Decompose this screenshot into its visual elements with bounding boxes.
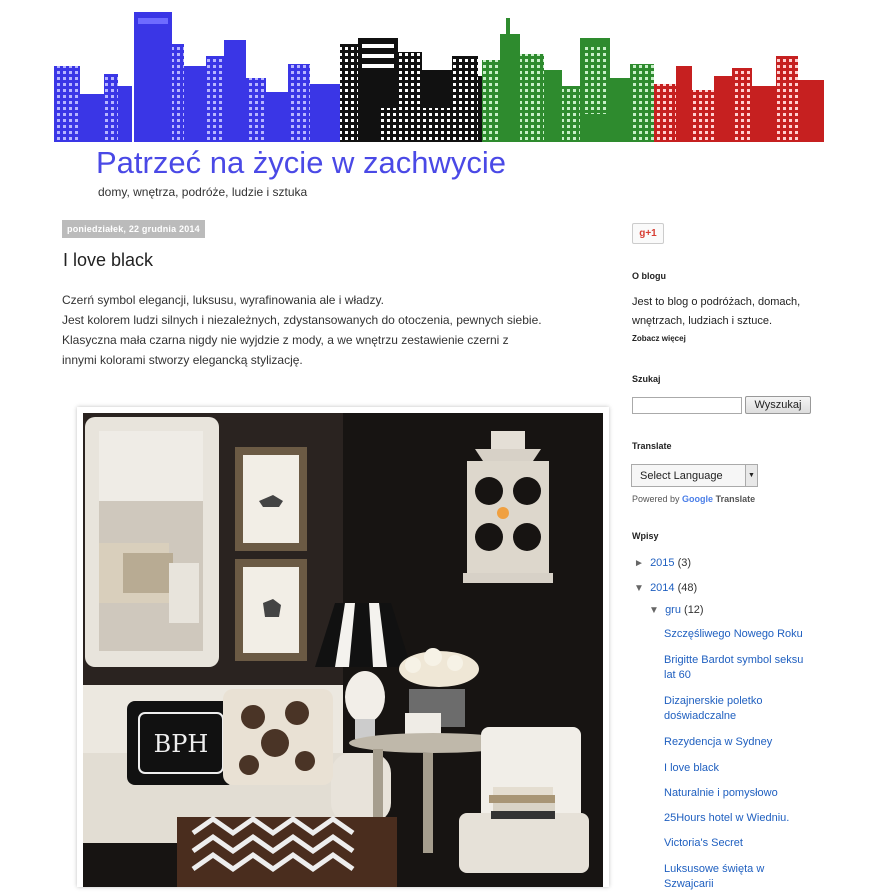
archive-year-2014[interactable]: ▼ 2014 (48) [634,582,697,594]
see-more-link[interactable]: Zobacz więcej [632,334,686,343]
collapse-arrow-icon[interactable]: ▼ [634,583,647,594]
post-title[interactable]: I love black [63,250,153,271]
archive-month-label[interactable]: gru [665,604,681,616]
header-skyline-image [50,4,826,142]
archive-month-count: (12) [684,604,704,616]
archive-post-link[interactable]: Brigitte Bardot symbol seksu lat 60 [664,653,814,683]
search-button[interactable]: Wyszukaj [745,396,811,414]
expand-arrow-icon[interactable]: ► [634,558,647,569]
collapse-arrow-icon[interactable]: ▼ [649,605,662,616]
google-logo-text: Google [682,494,714,504]
chevron-throw [177,815,397,887]
archive-post-link[interactable]: Victoria's Secret [664,836,814,851]
language-select[interactable]: Select Language ▼ [631,464,758,487]
search-input[interactable] [632,397,742,414]
about-text: Jest to blog o podróżach, domach, wnętrz… [632,296,801,327]
archive-month-gru[interactable]: ▼ gru (12) [649,604,704,616]
translate-word: Translate [715,494,756,504]
archive-post-link[interactable]: I love black [664,761,814,776]
archive-heading: Wpisy [632,531,659,541]
language-select-value: Select Language [640,470,723,482]
blog-description: domy, wnętrza, podróże, ludzie i sztuka [98,185,308,199]
post-paragraph: Klasyczna mała czarna nigdy nie wyjdzie … [62,333,509,347]
patterned-pillow [223,689,333,785]
blog-title[interactable]: Patrzeć na życie w zachwycie [96,145,506,181]
post-paragraph: innymi kolorami stworzy elegancką styliz… [62,353,303,367]
archive-year-label[interactable]: 2014 [650,582,674,594]
archive-post-link[interactable]: Luksusowe święta w Szwajcarii [664,862,814,892]
search-heading: Szukaj [632,374,661,384]
archive-year-label[interactable]: 2015 [650,557,674,569]
post-image-frame: BPH [77,407,609,887]
post-date-header: poniedziałek, 22 grudnia 2014 [62,220,205,238]
monogram-pillow: BPH [127,701,235,785]
powered-by-label: Powered by [632,494,680,504]
post-image-black-interior[interactable]: BPH [83,413,603,887]
archive-year-count: (3) [677,557,692,569]
stack-of-books [489,787,555,819]
archive-post-link[interactable]: Rezydencja w Sydney [664,735,814,750]
archive-post-link[interactable]: 25Hours hotel w Wiedniu. [664,811,814,826]
archive-post-link[interactable]: Naturalnie i pomysłowo [664,786,814,801]
monogram-text: BPH [154,730,209,758]
scalloped-mirror [85,417,219,667]
post-paragraph: Jest kolorem ludzi silnych i niezależnyc… [62,313,542,327]
post-paragraph: Czerń symbol elegancji, luksusu, wyrafin… [62,293,384,307]
archive-post-link[interactable]: Szczęśliwego Nowego Roku [664,627,814,642]
dropdown-arrow-icon: ▼ [745,465,757,486]
archive-year-count: (48) [677,582,698,594]
archive-year-2015[interactable]: ► 2015 (3) [634,557,691,569]
google-plus-one-button[interactable]: g+1 [632,223,664,244]
about-heading: O blogu [632,271,666,281]
translate-heading: Translate [632,441,672,451]
archive-post-link[interactable]: Dizajnerskie poletko doświadczalne [664,694,774,724]
post-body: Czerń symbol elegancji, luksusu, wyrafin… [62,290,542,370]
powered-by-google-translate[interactable]: Powered by Google Translate [632,494,755,504]
